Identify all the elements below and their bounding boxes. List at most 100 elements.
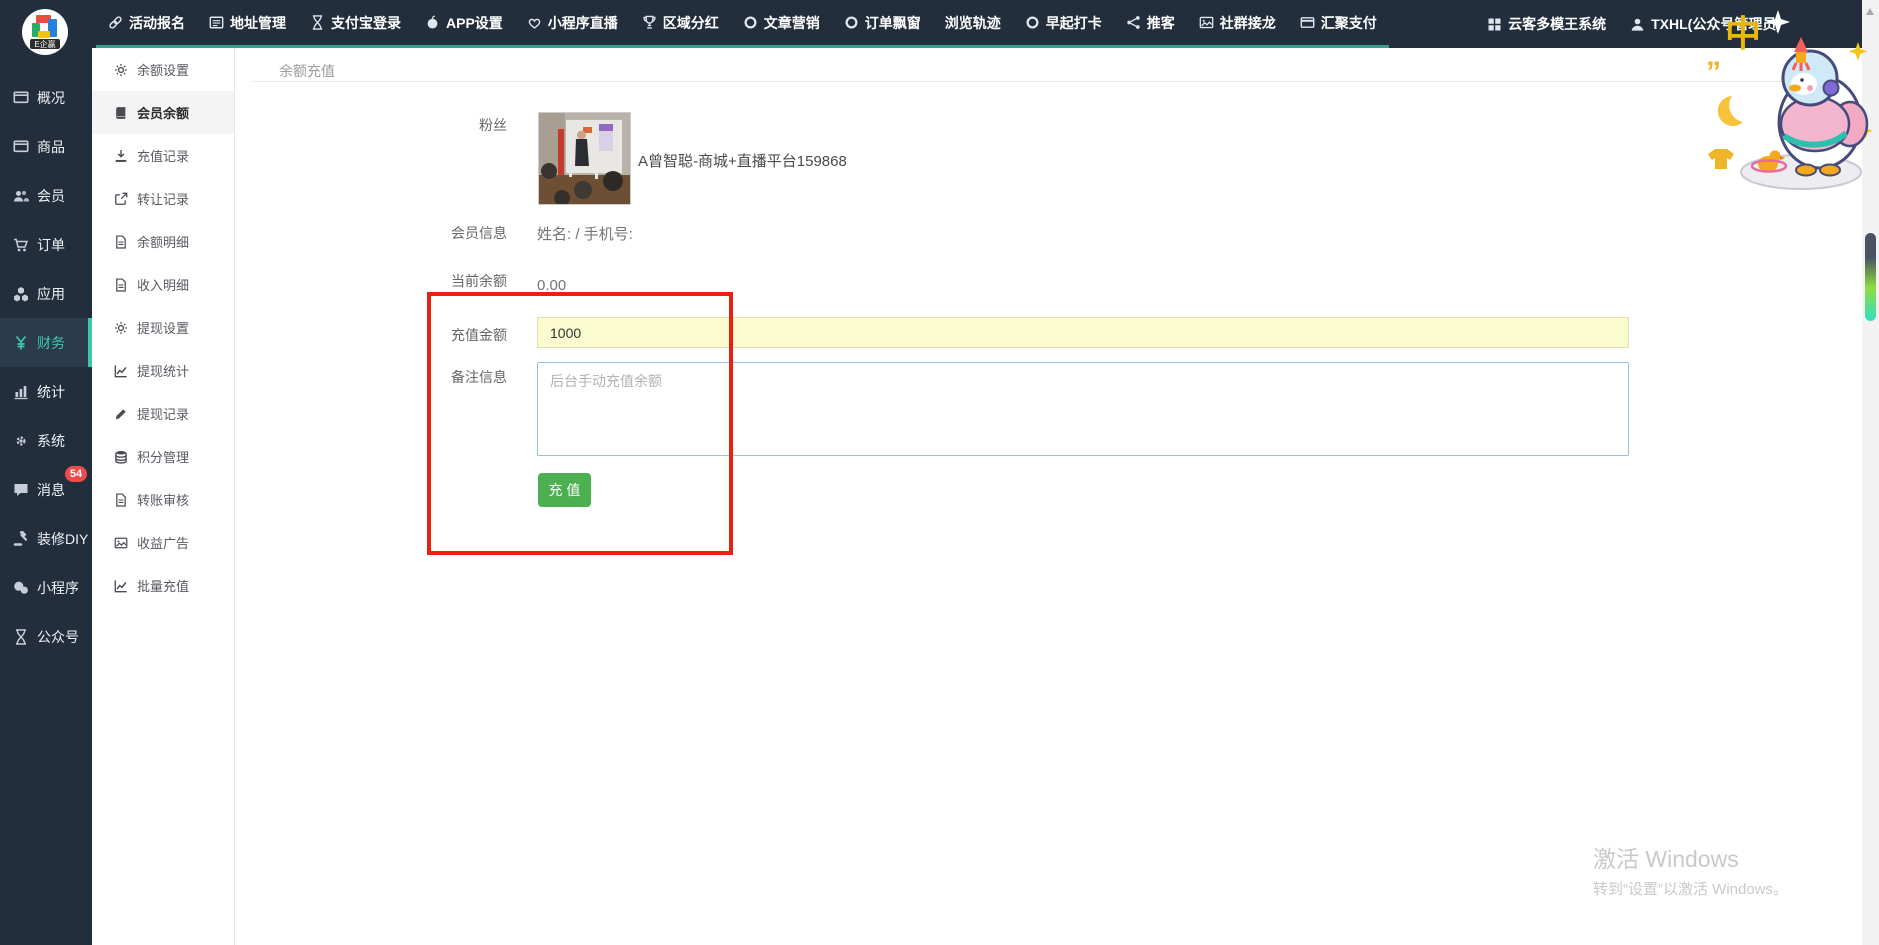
topnav-label: 浏览轨迹 (945, 13, 1001, 33)
sidebar-item-messages[interactable]: 消息54 (0, 465, 92, 514)
submenu-item-recharge-records[interactable]: 充值记录 (92, 134, 234, 177)
download-icon (114, 149, 128, 163)
submenu-label: 积分管理 (137, 447, 189, 466)
sidebar-label: 小程序 (37, 578, 79, 598)
gear-icon (114, 63, 128, 77)
finance-submenu: 余额设置 会员余额 充值记录 转让记录 余额明细 收入明细 提现设置 提现统计 … (92, 48, 235, 945)
topnav-item-activity-signup[interactable]: 活动报名 (96, 0, 197, 48)
sidebar-item-finance[interactable]: 财务 (0, 318, 92, 367)
sidebar-item-official-account[interactable]: 公众号 (0, 612, 92, 661)
submenu-item-withdraw-statistics[interactable]: 提现统计 (92, 349, 234, 392)
submenu-label: 余额明细 (137, 232, 189, 251)
submenu-item-withdraw-records[interactable]: 提现记录 (92, 392, 234, 435)
topnav-item-alipay-login[interactable]: 支付宝登录 (298, 0, 413, 48)
recharge-amount-input[interactable] (537, 317, 1629, 348)
watermark-line1: 激活 Windows (1593, 840, 1788, 874)
line-chart-icon (114, 364, 128, 378)
sidebar-item-products[interactable]: 商品 (0, 122, 92, 171)
submenu-item-revenue-ads[interactable]: 收益广告 (92, 521, 234, 564)
sidebar-label: 公众号 (37, 627, 79, 647)
topbar-right-group: 云客多模王系统 TXHL(公众号管理员) (1475, 0, 1793, 48)
submenu-item-transfer-records[interactable]: 转让记录 (92, 177, 234, 220)
topnav-item-browse-track[interactable]: 浏览轨迹 (933, 0, 1013, 48)
file-icon (114, 278, 128, 292)
account-menu[interactable]: TXHL(公众号管理员) (1618, 0, 1793, 48)
logo-graphic: E企赢 (28, 13, 62, 51)
hourglass-icon (13, 629, 29, 645)
topnav-item-group-relay[interactable]: 社群接龙 (1187, 0, 1288, 48)
account-label: TXHL(公众号管理员) (1651, 14, 1781, 34)
sidebar-label: 订单 (37, 235, 65, 255)
submenu-label: 收入明细 (137, 275, 189, 294)
submenu-label: 提现记录 (137, 404, 189, 423)
th-large-icon (1487, 17, 1502, 32)
topnav-label: 早起打卡 (1046, 13, 1102, 33)
window-icon (13, 90, 29, 106)
sidebar-label: 应用 (37, 284, 65, 304)
line-chart-icon (114, 579, 128, 593)
sidebar-item-orders[interactable]: 订单 (0, 220, 92, 269)
pencil-icon (114, 407, 128, 421)
circle-icon (743, 15, 758, 30)
book-icon (114, 106, 128, 120)
image-icon (114, 536, 128, 550)
trophy-icon (642, 15, 657, 30)
sidebar-item-members[interactable]: 会员 (0, 171, 92, 220)
scrollbar-thumb[interactable] (1865, 233, 1876, 321)
breadcrumb-divider (251, 81, 1845, 82)
top-nav-bar: 活动报名 地址管理 支付宝登录 APP设置 小程序直播 区域分红 文章营销 订单… (0, 0, 1879, 48)
sidebar-item-miniprogram[interactable]: 小程序 (0, 563, 92, 612)
topnav-item-huiju-pay[interactable]: 汇聚支付 (1288, 0, 1389, 48)
circle-icon (844, 15, 859, 30)
submenu-label: 会员余额 (137, 103, 189, 122)
topnav-item-order-popup[interactable]: 订单飘窗 (832, 0, 933, 48)
topnav-item-article-marketing[interactable]: 文章营销 (731, 0, 832, 48)
recharge-amount-label: 充值金额 (387, 325, 507, 345)
file-icon (114, 493, 128, 507)
system-name-menu[interactable]: 云客多模王系统 (1475, 0, 1618, 48)
external-link-icon (114, 192, 128, 206)
topnav-item-early-checkin[interactable]: 早起打卡 (1013, 0, 1114, 48)
submenu-item-member-balance[interactable]: 会员余额 (92, 91, 234, 134)
submenu-item-income-details[interactable]: 收入明细 (92, 263, 234, 306)
topnav-item-miniprogram-live[interactable]: 小程序直播 (515, 0, 630, 48)
submenu-label: 批量充值 (137, 576, 189, 595)
breadcrumb: 余额充值 (279, 61, 335, 81)
member-info-label: 会员信息 (387, 223, 507, 243)
topnav-item-region-dividend[interactable]: 区域分红 (630, 0, 731, 48)
sidebar-item-apps[interactable]: 应用 (0, 269, 92, 318)
recharge-submit-button[interactable]: 充 值 (538, 473, 591, 507)
sidebar-item-system[interactable]: 系统 (0, 416, 92, 465)
yen-icon (13, 335, 29, 351)
submenu-label: 提现统计 (137, 361, 189, 380)
topnav-label: 区域分红 (663, 13, 719, 33)
topnav-item-app-settings[interactable]: APP设置 (413, 0, 515, 48)
cubes-icon (13, 286, 29, 302)
submenu-item-batch-recharge[interactable]: 批量充值 (92, 564, 234, 607)
topnav-label: 文章营销 (764, 13, 820, 33)
submenu-label: 余额设置 (137, 60, 189, 79)
scrollbar-track[interactable] (1862, 0, 1879, 945)
fan-label: 粉丝 (387, 115, 507, 135)
submenu-item-points-manage[interactable]: 积分管理 (92, 435, 234, 478)
sidebar-item-statistics[interactable]: 统计 (0, 367, 92, 416)
topnav-label: 订单飘窗 (865, 13, 921, 33)
site-logo[interactable]: E企赢 (22, 9, 68, 55)
submenu-item-balance-settings[interactable]: 余额设置 (92, 48, 234, 91)
hourglass-icon (310, 15, 325, 30)
sidebar-item-overview[interactable]: 概况 (0, 73, 92, 122)
scroll-up-icon[interactable] (1866, 8, 1874, 15)
gears-icon (13, 433, 29, 449)
topnav-label: 支付宝登录 (331, 13, 401, 33)
database-icon (114, 450, 128, 464)
sidebar-label: 系统 (37, 431, 65, 451)
submenu-item-transfer-review[interactable]: 转账审核 (92, 478, 234, 521)
window-icon (13, 139, 29, 155)
submenu-item-withdraw-settings[interactable]: 提现设置 (92, 306, 234, 349)
topnav-label: 地址管理 (230, 13, 286, 33)
topnav-item-address-manage[interactable]: 地址管理 (197, 0, 298, 48)
topnav-item-promoter[interactable]: 推客 (1114, 0, 1187, 48)
submenu-item-balance-details[interactable]: 余额明细 (92, 220, 234, 263)
sidebar-item-decorate-diy[interactable]: 装修DIY (0, 514, 92, 563)
remark-textarea[interactable] (537, 362, 1629, 456)
